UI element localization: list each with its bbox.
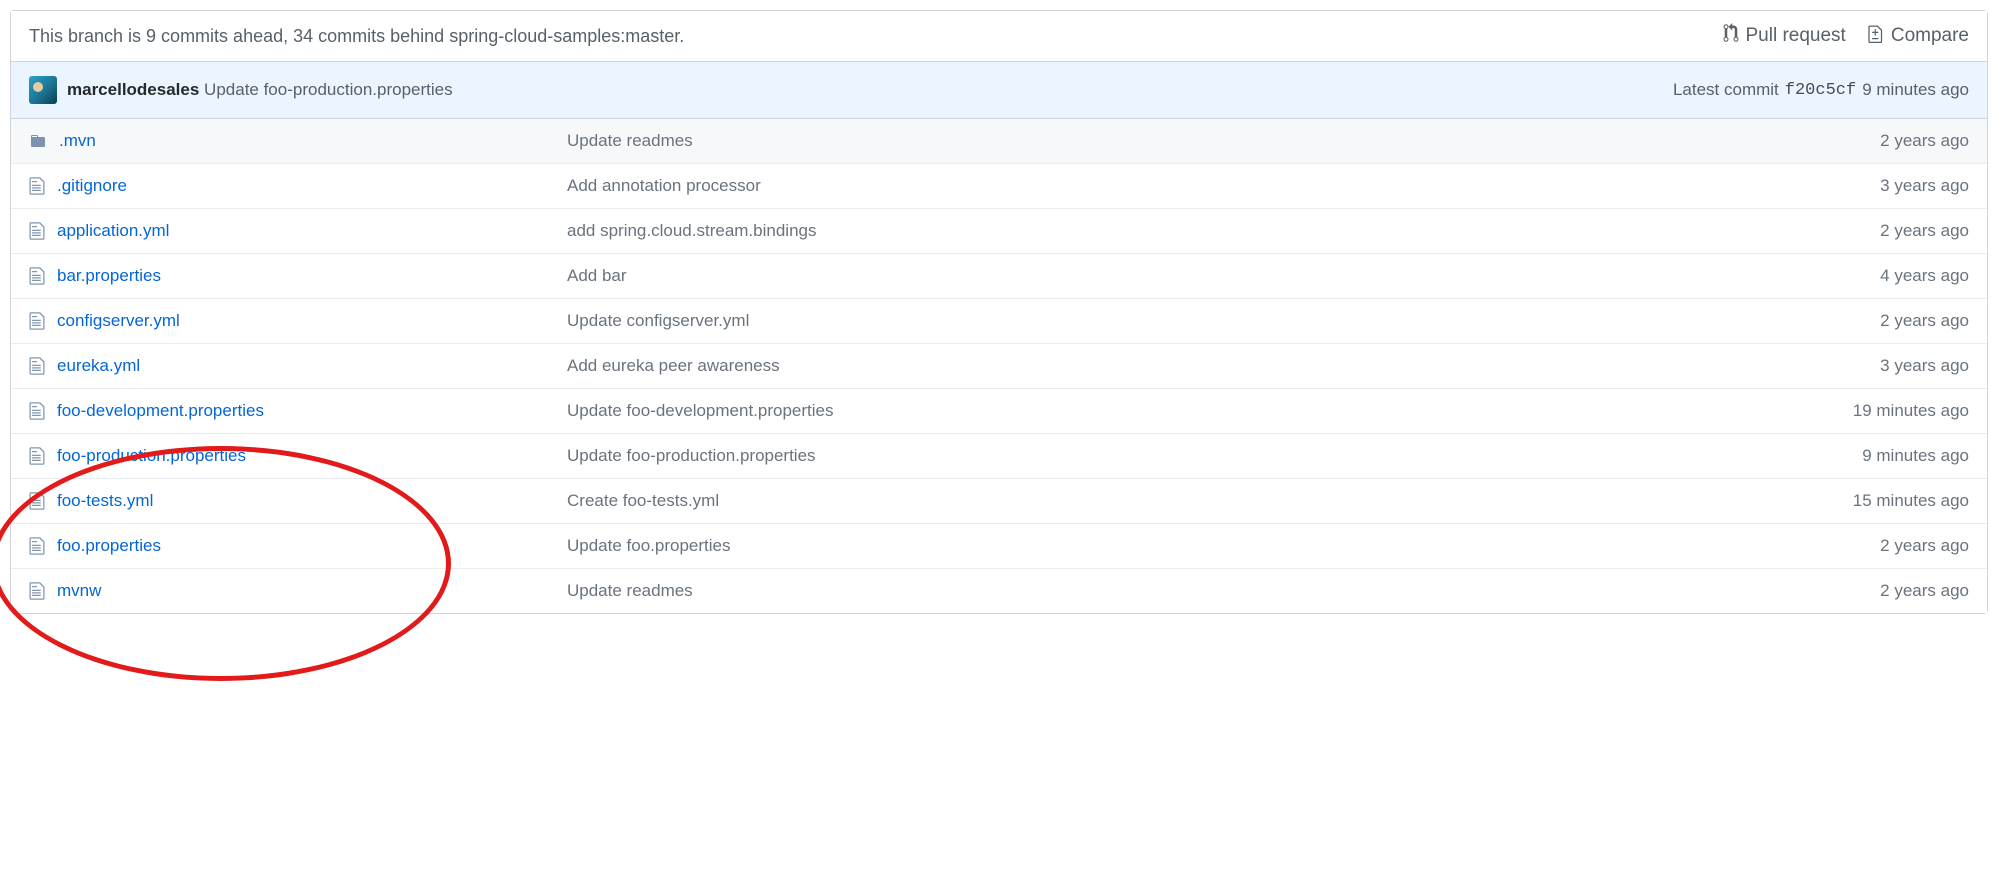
commit-message-link[interactable]: add spring.cloud.stream.bindings bbox=[567, 221, 1769, 241]
file-time: 3 years ago bbox=[1769, 356, 1969, 376]
compare-label: Compare bbox=[1891, 25, 1969, 47]
commit-message-link[interactable]: Update foo-production.properties bbox=[567, 446, 1769, 466]
file-name-cell: configserver.yml bbox=[29, 311, 567, 331]
file-name-cell: foo.properties bbox=[29, 536, 567, 556]
file-link[interactable]: foo.properties bbox=[57, 536, 161, 556]
pull-request-label: Pull request bbox=[1746, 25, 1846, 47]
file-name-cell: foo-tests.yml bbox=[29, 491, 567, 511]
branch-compare-bar: This branch is 9 commits ahead, 34 commi… bbox=[11, 11, 1987, 62]
file-name-cell: mvnw bbox=[29, 581, 567, 601]
file-row: foo-development.properties Update foo-dev… bbox=[11, 389, 1987, 434]
commit-message-link[interactable]: Add bar bbox=[567, 266, 1769, 286]
file-row: mvnw Update readmes2 years ago bbox=[11, 569, 1987, 613]
commit-time: 9 minutes ago bbox=[1862, 80, 1969, 100]
file-row: .mvn Update readmes2 years ago bbox=[11, 119, 1987, 164]
latest-commit-bar: marcellodesales Update foo-production.pr… bbox=[11, 62, 1987, 119]
file-time: 2 years ago bbox=[1769, 131, 1969, 151]
commit-author-block: marcellodesales Update foo-production.pr… bbox=[29, 76, 453, 104]
branch-status-text: This branch is 9 commits ahead, 34 commi… bbox=[29, 26, 684, 47]
commit-author-link[interactable]: marcellodesales bbox=[67, 80, 199, 99]
file-icon bbox=[29, 221, 45, 241]
pull-request-button[interactable]: Pull request bbox=[1722, 23, 1846, 49]
file-row: bar.properties Add bar4 years ago bbox=[11, 254, 1987, 299]
commit-message-link[interactable]: Update configserver.yml bbox=[567, 311, 1769, 331]
file-time: 3 years ago bbox=[1769, 176, 1969, 196]
diff-icon bbox=[1868, 23, 1885, 49]
file-icon bbox=[29, 581, 45, 601]
file-link[interactable]: eureka.yml bbox=[57, 356, 140, 376]
file-link[interactable]: foo-development.properties bbox=[57, 401, 264, 421]
file-time: 2 years ago bbox=[1769, 221, 1969, 241]
file-link[interactable]: .mvn bbox=[59, 131, 96, 151]
file-link[interactable]: bar.properties bbox=[57, 266, 161, 286]
commit-message-inline[interactable]: Update foo-production.properties bbox=[204, 80, 453, 99]
file-link[interactable]: foo-production.properties bbox=[57, 446, 246, 466]
latest-commit-label: Latest commit bbox=[1673, 80, 1779, 100]
commit-message-link[interactable]: Add annotation processor bbox=[567, 176, 1769, 196]
file-name-cell: application.yml bbox=[29, 221, 567, 241]
commit-message-link[interactable]: Update foo.properties bbox=[567, 536, 1769, 556]
file-name-cell: bar.properties bbox=[29, 266, 567, 286]
file-link[interactable]: foo-tests.yml bbox=[57, 491, 153, 511]
file-time: 4 years ago bbox=[1769, 266, 1969, 286]
file-list: .mvnUpdate readmes2 years ago.gitignoreA… bbox=[11, 119, 1987, 613]
file-row: eureka.yml Add eureka peer awareness3 yea… bbox=[11, 344, 1987, 389]
file-name-cell: .mvn bbox=[29, 131, 567, 151]
commit-message-link[interactable]: Create foo-tests.yml bbox=[567, 491, 1769, 511]
file-row: foo-tests.yml Create foo-tests.yml15 minu… bbox=[11, 479, 1987, 524]
file-time: 2 years ago bbox=[1769, 536, 1969, 556]
file-icon bbox=[29, 446, 45, 466]
file-time: 2 years ago bbox=[1769, 581, 1969, 601]
commit-message-link[interactable]: Update readmes bbox=[567, 131, 1769, 151]
file-row: application.yml add spring.cloud.stream.b… bbox=[11, 209, 1987, 254]
git-pull-request-icon bbox=[1722, 23, 1740, 49]
file-icon bbox=[29, 311, 45, 331]
file-name-cell: .gitignore bbox=[29, 176, 567, 196]
file-row: .gitignore Add annotation processor3 year… bbox=[11, 164, 1987, 209]
file-icon bbox=[29, 176, 45, 196]
file-name-cell: eureka.yml bbox=[29, 356, 567, 376]
commit-message-link[interactable]: Update foo-development.properties bbox=[567, 401, 1769, 421]
file-row: foo-production.properties Update foo-prod… bbox=[11, 434, 1987, 479]
file-time: 2 years ago bbox=[1769, 311, 1969, 331]
file-name-cell: foo-production.properties bbox=[29, 446, 567, 466]
avatar[interactable] bbox=[29, 76, 57, 104]
file-time: 19 minutes ago bbox=[1769, 401, 1969, 421]
file-name-cell: foo-development.properties bbox=[29, 401, 567, 421]
commit-message-link[interactable]: Add eureka peer awareness bbox=[567, 356, 1769, 376]
file-link[interactable]: configserver.yml bbox=[57, 311, 180, 331]
file-browser: This branch is 9 commits ahead, 34 commi… bbox=[10, 10, 1988, 614]
file-link[interactable]: .gitignore bbox=[57, 176, 127, 196]
file-row: configserver.yml Update configserver.yml2… bbox=[11, 299, 1987, 344]
compare-button[interactable]: Compare bbox=[1868, 23, 1969, 49]
commit-meta: Latest commit f20c5cf 9 minutes ago bbox=[1673, 80, 1969, 100]
file-icon bbox=[29, 536, 45, 556]
file-link[interactable]: application.yml bbox=[57, 221, 169, 241]
file-link[interactable]: mvnw bbox=[57, 581, 101, 601]
folder-icon bbox=[29, 133, 47, 149]
file-icon bbox=[29, 401, 45, 421]
branch-actions: Pull request Compare bbox=[1722, 23, 1970, 49]
commit-sha-link[interactable]: f20c5cf bbox=[1785, 81, 1856, 100]
file-time: 9 minutes ago bbox=[1769, 446, 1969, 466]
file-icon bbox=[29, 266, 45, 286]
file-row: foo.properties Update foo.properties2 yea… bbox=[11, 524, 1987, 569]
commit-message-link[interactable]: Update readmes bbox=[567, 581, 1769, 601]
file-icon bbox=[29, 491, 45, 511]
file-time: 15 minutes ago bbox=[1769, 491, 1969, 511]
file-icon bbox=[29, 356, 45, 376]
